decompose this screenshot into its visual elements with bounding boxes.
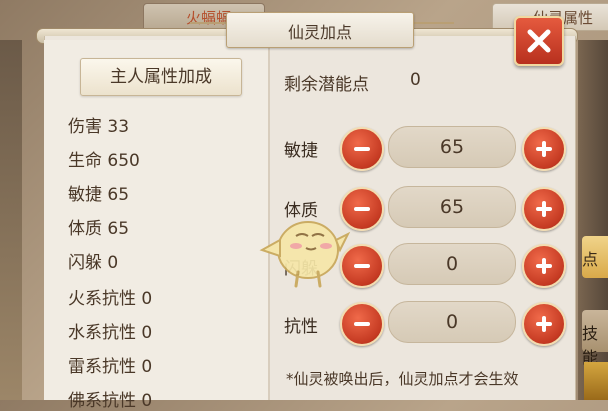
stat-water-resist: 水系抗性 0 (68, 323, 153, 343)
constitution-plus-button[interactable] (522, 187, 566, 231)
agility-plus-button[interactable] (522, 127, 566, 171)
title-ornament-left (190, 22, 230, 24)
remaining-points-label: 剩余潜能点 (284, 75, 369, 95)
close-button[interactable] (514, 16, 564, 66)
owner-attribute-bonus-button[interactable]: 主人属性加成 (80, 58, 242, 96)
alloc-label-agility: 敏捷 (284, 141, 318, 161)
minus-icon (354, 147, 370, 151)
close-x-icon (527, 29, 551, 53)
plus-icon (536, 201, 552, 217)
background-right-button-1: 点 (582, 236, 608, 278)
stat-damage: 伤害 33 (68, 117, 130, 137)
resistance-plus-button[interactable] (522, 302, 566, 346)
title-ornament-right (414, 22, 454, 24)
agility-minus-button[interactable] (340, 127, 384, 171)
alloc-label-resistance: 抗性 (284, 317, 318, 337)
dialog-title: 仙灵加点 (287, 23, 352, 42)
constitution-value: 65 (388, 186, 516, 228)
stat-constitution: 体质 65 (68, 219, 130, 239)
mascot-sprite-icon (259, 221, 351, 288)
stat-fire-resist: 火系抗性 0 (68, 289, 153, 309)
dodge-plus-button[interactable] (522, 244, 566, 288)
plus-icon (536, 316, 552, 332)
background-right-button-2: 技能 (582, 310, 608, 367)
minus-icon (354, 322, 370, 326)
hint-text: *仙灵被唤出后，仙灵加点才会生效 (286, 370, 519, 388)
minus-icon (354, 207, 370, 211)
agility-value: 65 (388, 126, 516, 168)
plus-icon (536, 141, 552, 157)
stat-thunder-resist: 雷系抗性 0 (68, 357, 153, 377)
background-right-button-1-label: 点 (582, 250, 599, 269)
stat-health: 生命 650 (68, 151, 140, 171)
plus-icon (536, 258, 552, 274)
stat-agility: 敏捷 65 (68, 185, 130, 205)
remaining-points-value: 0 (410, 70, 421, 90)
background-tab-left-label: 火蝠蝠 (186, 9, 232, 27)
background-gold-ornament (584, 362, 608, 400)
title-plaque: 仙灵加点 (226, 12, 414, 48)
background-character-edge (0, 40, 22, 400)
background-right-button-2-label: 技能 (582, 324, 599, 367)
resistance-value: 0 (388, 301, 516, 343)
dodge-value: 0 (388, 243, 516, 285)
stat-buddha-resist: 佛系抗性 0 (68, 391, 153, 411)
minus-icon (354, 264, 370, 268)
stat-dodge: 闪躲 0 (68, 253, 119, 273)
resistance-minus-button[interactable] (340, 302, 384, 346)
